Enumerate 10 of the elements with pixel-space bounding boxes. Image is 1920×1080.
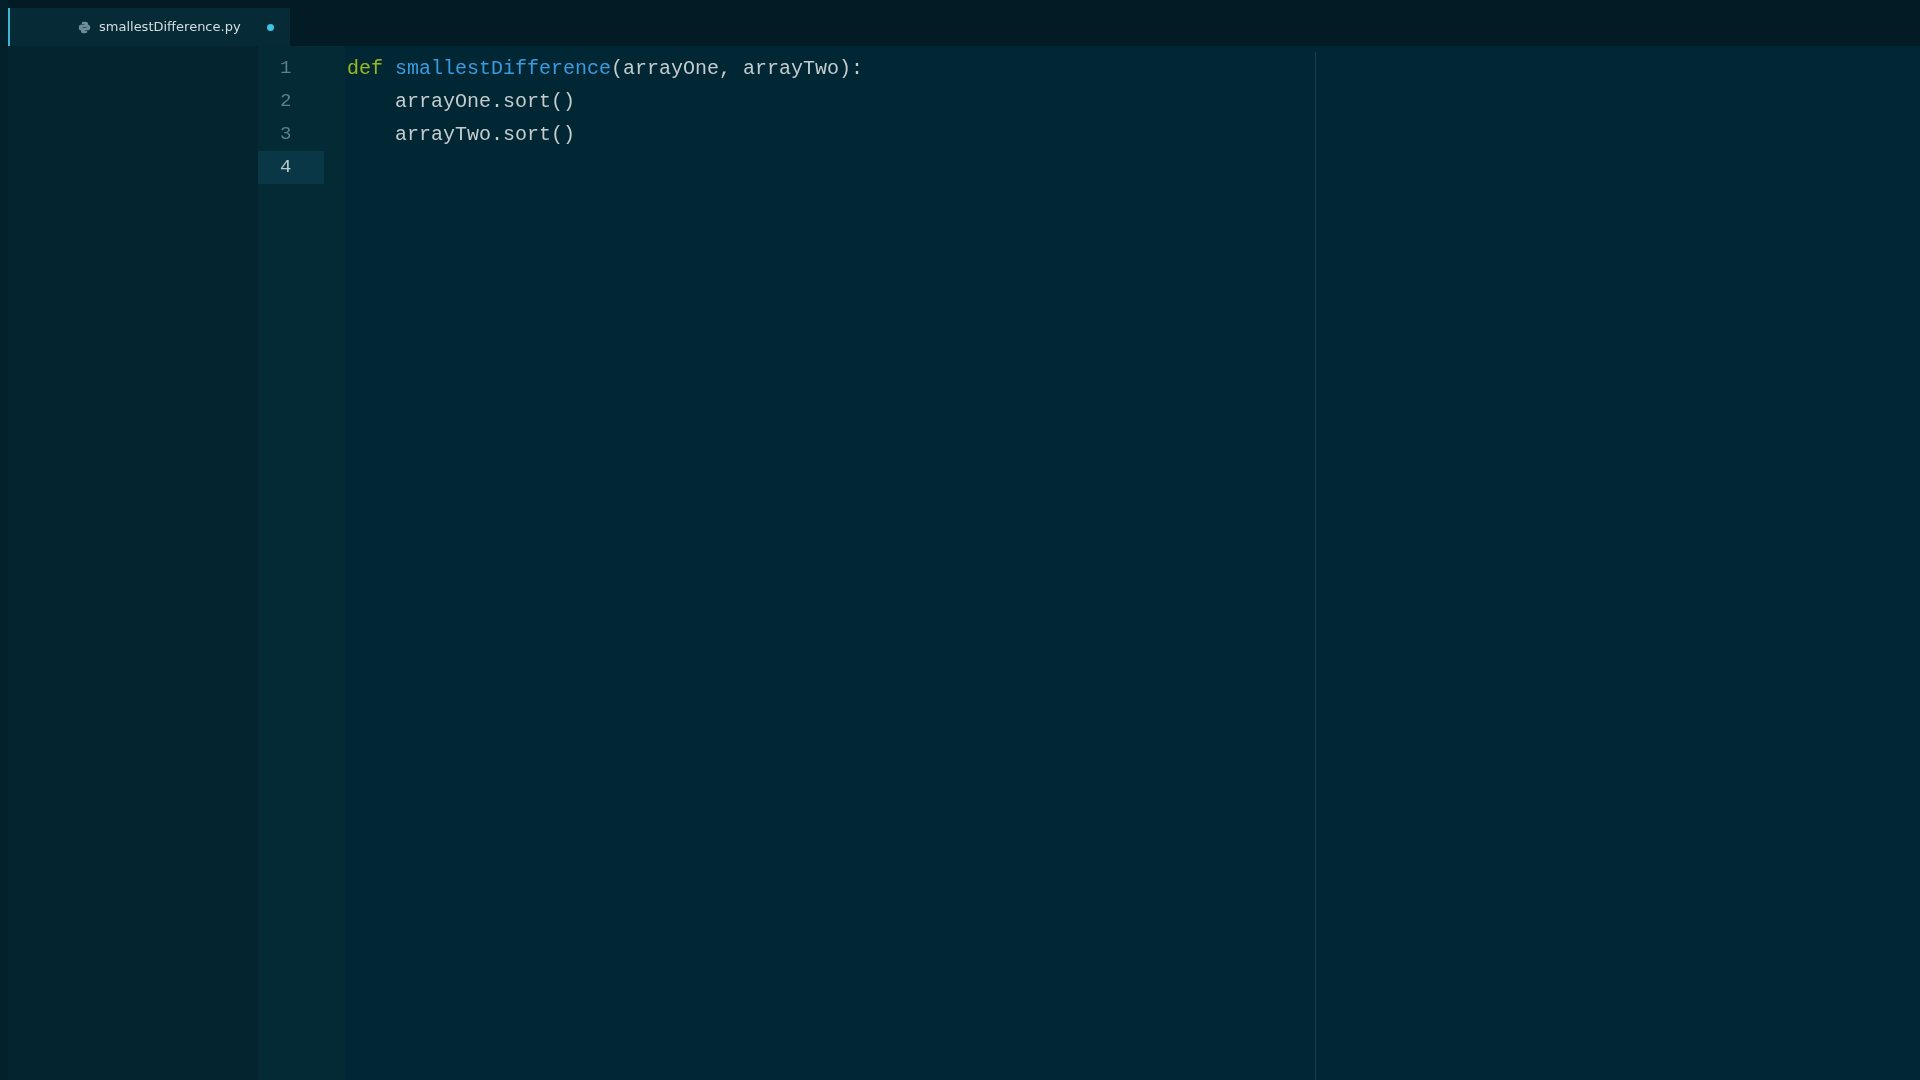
line-number: 1 — [279, 56, 293, 81]
python-icon — [78, 20, 91, 34]
line-number: 3 — [279, 122, 293, 147]
code-line: arrayOne.sort() — [394, 89, 577, 115]
file-tab[interactable]: smallestDifference.py — [8, 8, 290, 46]
code-line: arrayTwo.sort() — [394, 122, 577, 148]
line-number: 2 — [279, 89, 293, 114]
line-number: 4 — [258, 151, 324, 184]
file-tab-label: smallestDifference.py — [99, 18, 241, 37]
code-line: def smallestDifference(arrayOne, arrayTwo): — [347, 56, 865, 82]
